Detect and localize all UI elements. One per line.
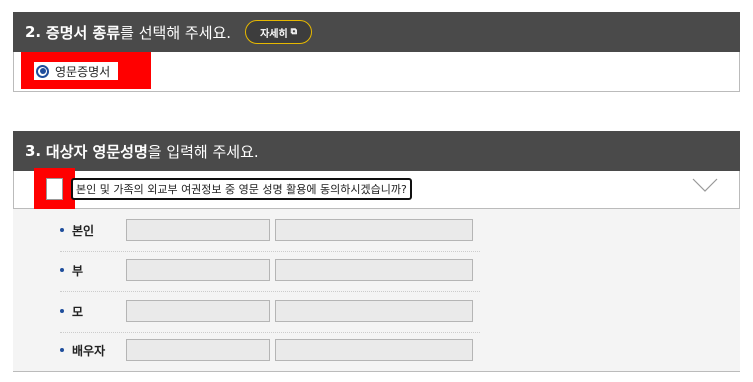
given-name-input-father[interactable] [275, 259, 473, 281]
surname-input-self[interactable] [126, 219, 270, 241]
detail-button-label: 자세히 [260, 28, 288, 40]
consent-checkbox[interactable] [46, 178, 63, 200]
radio-label: 영문증명서 [55, 64, 111, 79]
section3-title-bold: 대상자 영문성명 [45, 142, 148, 161]
given-name-input-spouse[interactable] [275, 339, 473, 361]
bullet [60, 309, 64, 313]
bullet [60, 348, 64, 352]
row-label: 배우자 [72, 343, 106, 358]
section3-number: 3. [25, 142, 42, 160]
section2-title-bold: 증명서 종류 [45, 23, 121, 42]
row-label: 모 [72, 304, 84, 319]
row-label: 부 [72, 263, 84, 278]
bullet [60, 228, 64, 232]
section2-title-rest: 를 선택해 주세요. [120, 23, 232, 42]
name-row-spouse: 배우자 [60, 330, 710, 370]
given-name-input-mother[interactable] [275, 300, 473, 322]
name-row-self: 본인 [60, 210, 710, 250]
bullet [60, 268, 64, 272]
detail-button[interactable]: 자세히 ⧉ [245, 20, 313, 44]
consent-label[interactable]: 본인 및 가족의 외교부 여권정보 중 영문 성명 활용에 동의하시겠습니까? [71, 178, 412, 200]
row-label: 본인 [72, 223, 95, 238]
section3-header: 3. 대상자 영문성명 을 입력해 주세요. [13, 131, 740, 171]
radio-english-certificate[interactable]: 영문증명서 [34, 62, 119, 80]
radio-button-icon[interactable] [36, 64, 49, 78]
bottom-border [13, 371, 740, 372]
surname-input-father[interactable] [126, 259, 270, 281]
section2-header: 2. 증명서 종류 를 선택해 주세요. 자세히 ⧉ [13, 12, 740, 52]
surname-input-spouse[interactable] [126, 339, 270, 361]
chevron-down-icon[interactable] [692, 176, 718, 194]
given-name-input-self[interactable] [275, 219, 473, 241]
name-row-father: 부 [60, 250, 710, 290]
external-link-icon: ⧉ [290, 27, 298, 37]
section3-title-rest: 을 입력해 주세요. [147, 142, 259, 161]
surname-input-mother[interactable] [126, 300, 270, 322]
section2-number: 2. [25, 23, 42, 41]
name-row-mother: 모 [60, 291, 710, 331]
